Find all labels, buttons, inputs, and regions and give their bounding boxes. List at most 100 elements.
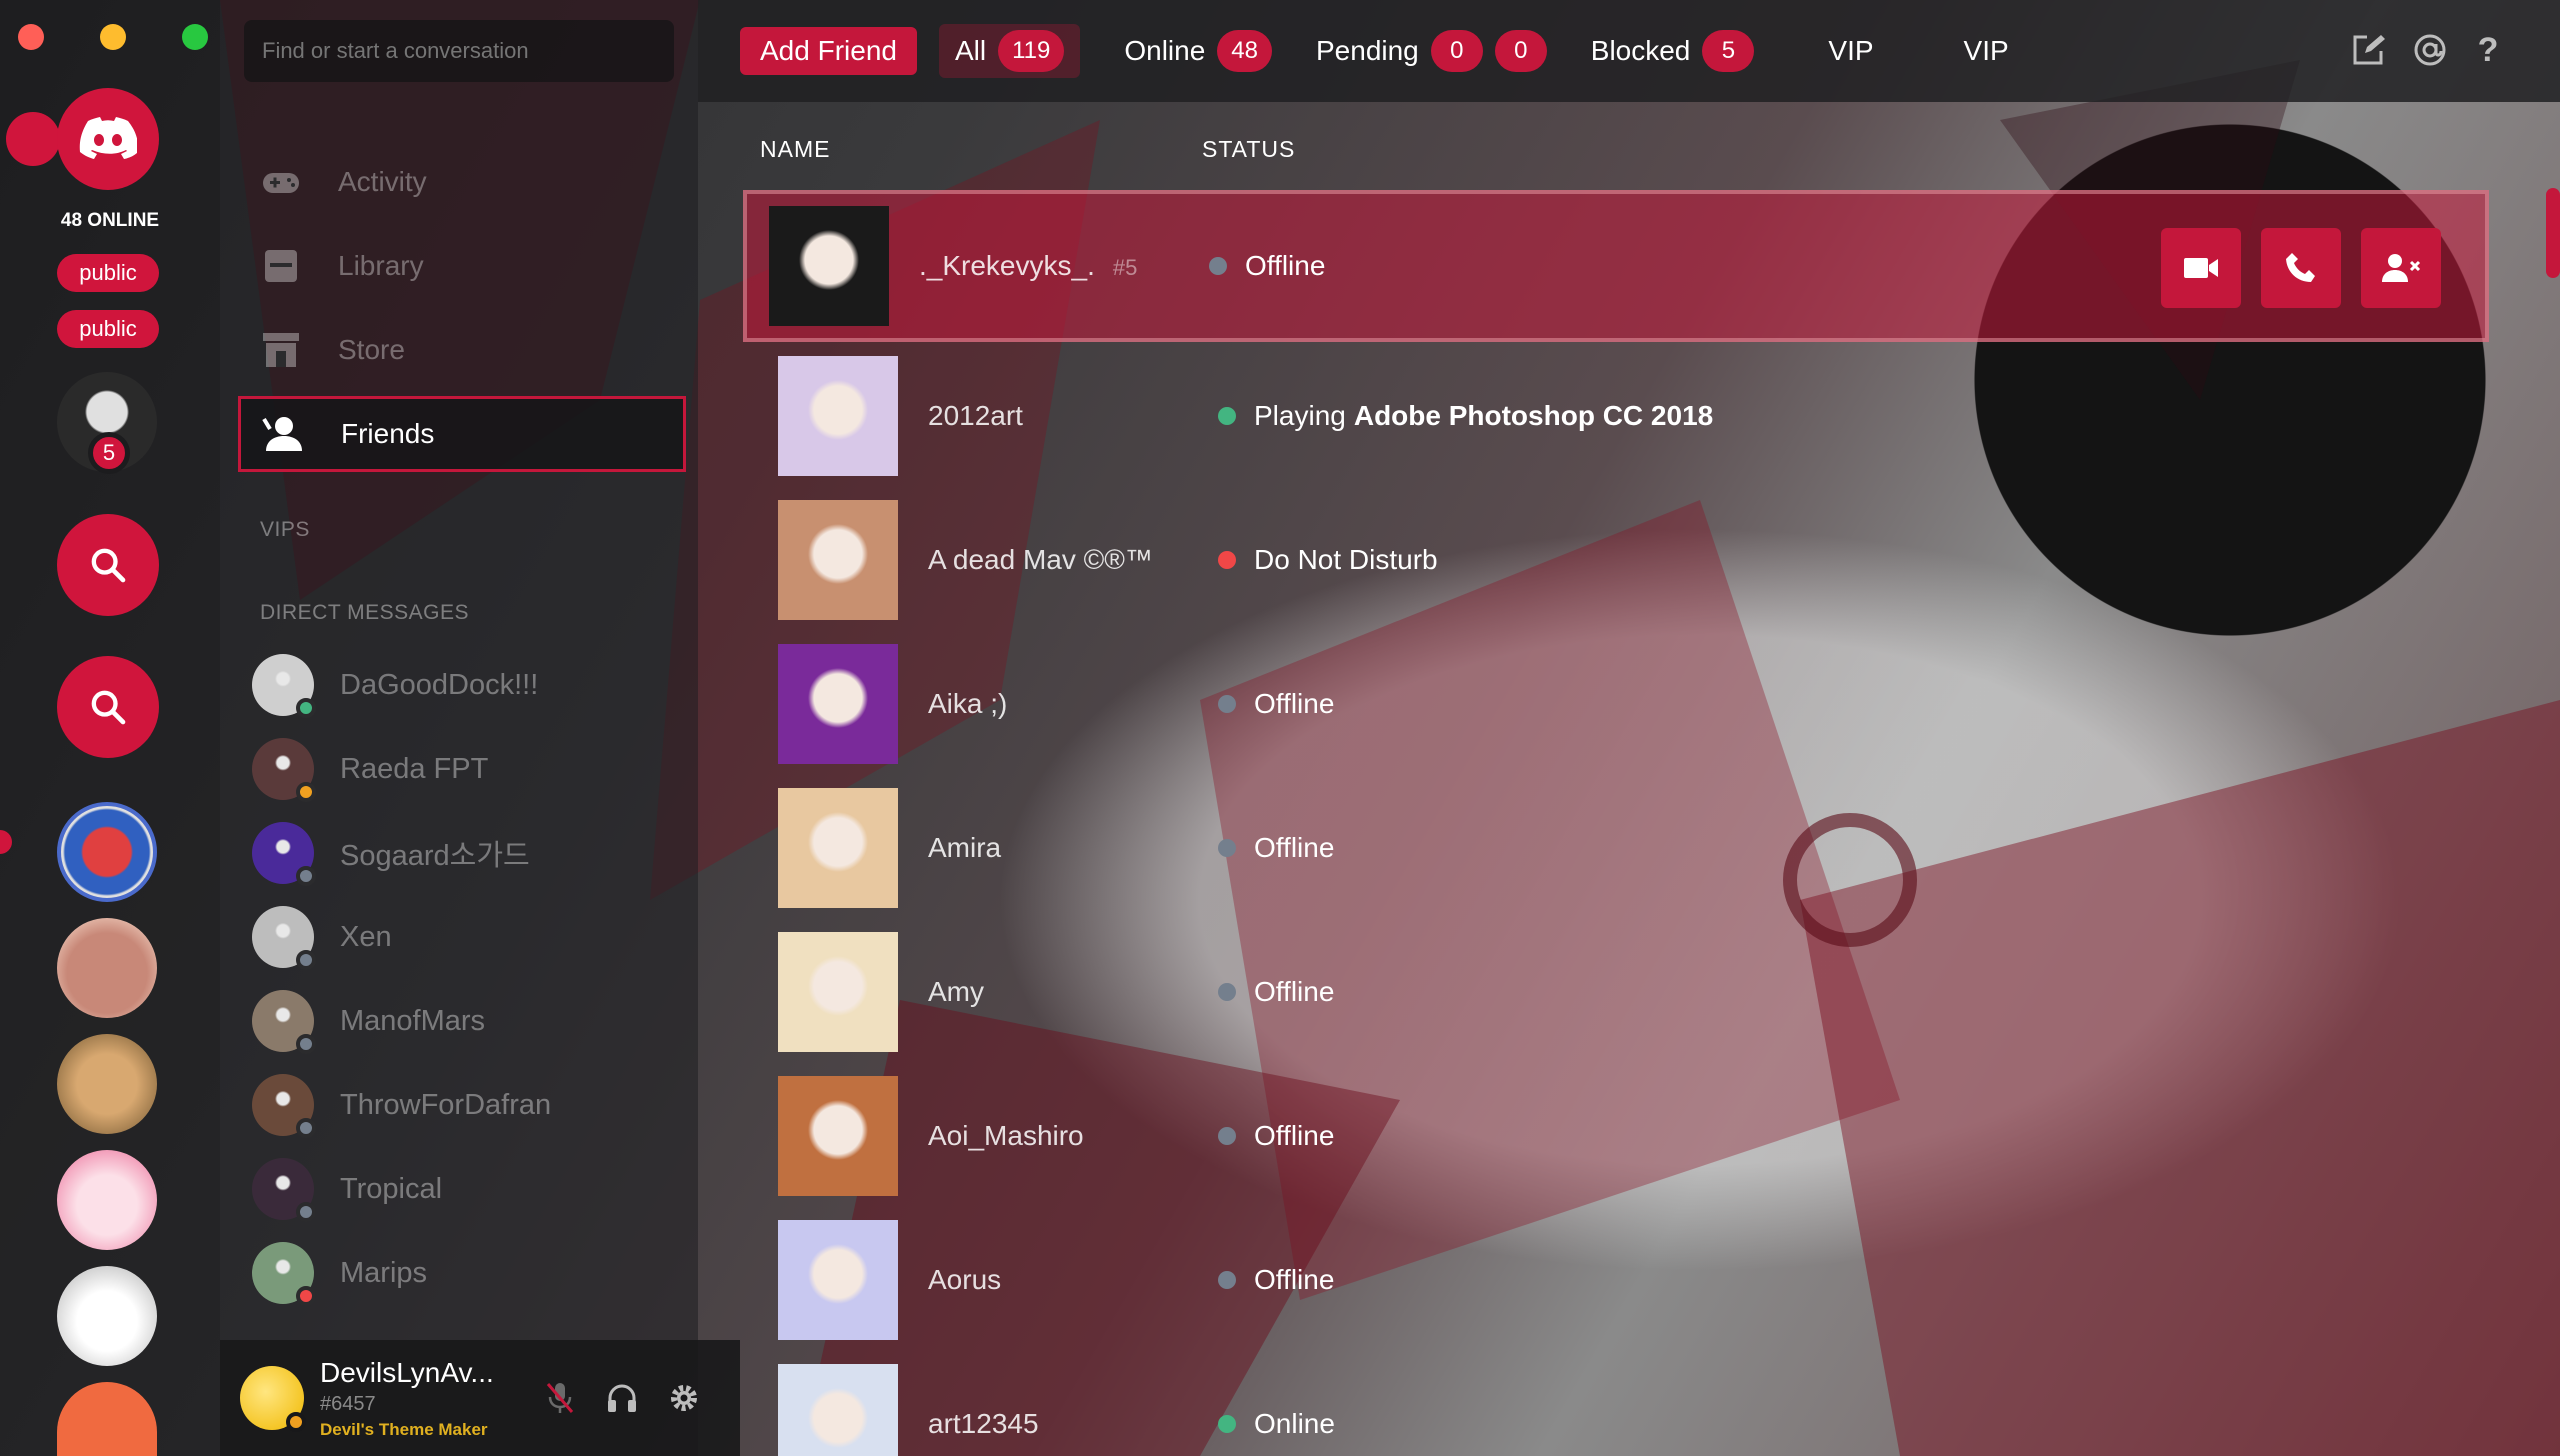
friend-status: Playing Adobe Photoshop CC 2018 (1218, 400, 1713, 432)
friend-status: Offline (1218, 688, 1334, 720)
window-controls (18, 24, 208, 50)
user-activity: Devil's Theme Maker (320, 1419, 488, 1439)
friend-avatar (778, 644, 898, 764)
server-icon[interactable] (57, 1382, 157, 1456)
column-header-status: STATUS (1202, 136, 1296, 162)
status-dot (1218, 695, 1236, 713)
user-avatar[interactable] (240, 1366, 306, 1432)
friend-name: A dead Mav ©®™ (928, 544, 1218, 576)
new-group-dm-button[interactable] (2348, 30, 2388, 70)
status-dot (1218, 839, 1236, 857)
conversation-search-input[interactable] (244, 20, 674, 82)
dm-item[interactable]: ThrowForDafran (252, 1070, 672, 1140)
dm-status-indicator (296, 698, 316, 718)
tab-pending-outgoing-count: 0 (1494, 30, 1547, 72)
voice-call-button[interactable] (2261, 228, 2341, 308)
nav-activity[interactable]: Activity (238, 144, 686, 220)
friend-status: Offline (1218, 832, 1334, 864)
status-prefix: Playing (1254, 400, 1346, 431)
dm-name: DaGoodDock!!! (340, 668, 539, 701)
server-icon[interactable] (57, 1266, 157, 1366)
tab-vip[interactable]: VIP (1828, 35, 1873, 67)
home-button[interactable] (57, 88, 159, 190)
user-tag: #6457 (320, 1392, 376, 1415)
dm-avatar (252, 1242, 316, 1306)
server-icon[interactable] (57, 1150, 157, 1250)
dm-item[interactable]: Xen (252, 902, 672, 972)
tab-pending[interactable]: Pending 0 0 (1316, 30, 1547, 72)
maximize-window-button[interactable] (182, 24, 208, 50)
friend-avatar (769, 206, 889, 326)
search-button[interactable] (57, 514, 159, 616)
friend-row[interactable]: Amy Offline (778, 932, 2528, 1052)
tab-blocked[interactable]: Blocked 5 (1591, 30, 1755, 72)
nav-store[interactable]: Store (238, 312, 686, 388)
friend-row[interactable]: 2012art Playing Adobe Photoshop CC 2018 (778, 356, 2528, 476)
dm-avatar (252, 990, 316, 1054)
public-tag[interactable]: public (57, 254, 159, 292)
friend-row[interactable]: Aika ;) Offline (778, 644, 2528, 764)
nav-friends[interactable]: Friends (238, 396, 686, 472)
video-call-button[interactable] (2161, 228, 2241, 308)
tab-all[interactable]: All 119 (938, 24, 1081, 78)
settings-button[interactable] (664, 1378, 704, 1418)
dm-name: Raeda FPT (340, 752, 489, 785)
online-count: 48 ONLINE (60, 210, 160, 231)
mentions-button[interactable] (2410, 30, 2450, 70)
friend-row[interactable]: A dead Mav ©®™ Do Not Disturb (778, 500, 2528, 620)
status-text: Offline (1245, 250, 1326, 281)
dm-item[interactable]: Marips (252, 1238, 672, 1308)
friend-name: art12345 (928, 1408, 1218, 1440)
friends-list-panel: NAME STATUS ._Krekevyks_. #5 Offline 2012ar… (698, 102, 2560, 1456)
friend-row[interactable]: Aorus Offline (778, 1220, 2528, 1340)
mute-button[interactable] (540, 1378, 580, 1418)
public-tag[interactable]: public (57, 310, 159, 348)
dm-status-indicator (296, 1118, 316, 1138)
dm-avatar (252, 906, 316, 970)
friend-username: Aoi_Mashiro (928, 1120, 1084, 1151)
friend-row[interactable]: ._Krekevyks_. #5 Offline (743, 190, 2489, 342)
dm-avatar (252, 654, 316, 718)
add-friend-button[interactable]: Add Friend (740, 27, 917, 75)
server-icon[interactable] (57, 802, 157, 902)
dm-item[interactable]: Sogaard소가드 (252, 818, 672, 888)
dm-item[interactable]: ManofMars (252, 986, 672, 1056)
server-icon[interactable] (57, 918, 157, 1018)
tab-vip[interactable]: VIP (1964, 35, 2009, 67)
server-icon[interactable] (57, 1034, 157, 1134)
friend-avatar (778, 788, 898, 908)
friend-actions (2161, 228, 2441, 308)
friend-status: Offline (1209, 250, 1325, 282)
friend-row[interactable]: art12345 Online (778, 1364, 2528, 1456)
tab-pending-label: Pending (1316, 35, 1419, 66)
channel-sidebar: Activity Library Store Friends VIPS DIRE… (220, 0, 698, 1456)
search-icon (91, 690, 126, 725)
friend-username: ._Krekevyks_. (919, 250, 1095, 281)
status-dot (1218, 1415, 1236, 1433)
dm-item[interactable]: Raeda FPT (252, 734, 672, 804)
dm-item[interactable]: DaGoodDock!!! (252, 650, 672, 720)
friend-username: Amy (928, 976, 984, 1007)
status-text: Offline (1254, 832, 1335, 863)
friend-status: Offline (1218, 976, 1334, 1008)
friend-row[interactable]: Aoi_Mashiro Offline (778, 1076, 2528, 1196)
deafen-button[interactable] (602, 1378, 642, 1418)
help-icon[interactable]: ? (2468, 30, 2508, 70)
dm-name: Xen (340, 920, 392, 953)
dm-name: Tropical (340, 1172, 443, 1205)
status-text: Offline (1254, 1120, 1335, 1151)
nav-library[interactable]: Library (238, 228, 686, 304)
user-name: DevilsLynAv... (320, 1356, 494, 1388)
status-text: Online (1254, 1408, 1335, 1439)
friend-row[interactable]: Amira Offline (778, 788, 2528, 908)
minimize-window-button[interactable] (100, 24, 126, 50)
dm-item[interactable]: Tropical (252, 1154, 672, 1224)
tab-online[interactable]: Online 48 (1124, 30, 1272, 72)
gear-icon (671, 1385, 697, 1411)
dm-name: Sogaard소가드 (340, 840, 530, 872)
scrollbar-thumb[interactable] (2546, 188, 2560, 278)
close-window-button[interactable] (18, 24, 44, 50)
search-button[interactable] (57, 656, 159, 758)
remove-friend-button[interactable] (2361, 228, 2441, 308)
status-dot (1218, 1127, 1236, 1145)
